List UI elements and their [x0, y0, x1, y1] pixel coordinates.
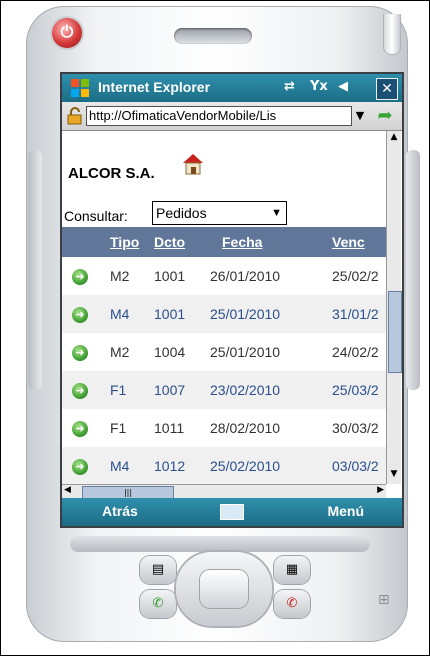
go-arrow-icon[interactable]: ➜ — [72, 383, 88, 399]
start-hardware-button[interactable]: ▤ — [140, 556, 176, 584]
cell-dcto: 1012 — [154, 458, 186, 474]
horizontal-scrollbar[interactable]: ◀ ||| ▶ — [62, 484, 386, 499]
cell-dcto: 1001 — [154, 306, 186, 322]
cell-fecha: 25/01/2010 — [210, 306, 281, 322]
end-call-icon[interactable]: ✆ — [274, 590, 310, 618]
go-arrow-icon[interactable]: ➜ — [72, 421, 88, 437]
internet-explorer-logo-icon — [71, 79, 89, 97]
cell-venc: 24/02/2 — [332, 344, 379, 360]
softkey-back[interactable]: Atrás — [102, 503, 138, 519]
page-content: ALCOR S.A. Consultar: Pedidos ▼ Tipo Dct… — [62, 131, 386, 484]
cell-tipo: M4 — [110, 306, 130, 322]
table-row[interactable]: ➜ M2 1001 26/01/2010 25/02/2 — [62, 257, 386, 295]
table-row[interactable]: ➜ M4 1001 25/01/2010 31/01/2 — [62, 295, 386, 333]
column-header-dcto[interactable]: Dcto — [150, 227, 206, 257]
table-row[interactable]: ➜ F1 1011 28/02/2010 30/03/2 — [62, 409, 386, 447]
table-row[interactable]: ➜ F1 1007 23/02/2010 25/03/2 — [62, 371, 386, 409]
scroll-right-arrow-icon[interactable]: ▶ — [377, 485, 384, 495]
connectivity-icon[interactable]: ⇄ — [284, 79, 295, 94]
home-icon[interactable] — [180, 151, 206, 177]
table-row[interactable]: ➜ M4 1012 25/02/2010 03/03/2 — [62, 447, 386, 484]
scroll-down-arrow-icon[interactable]: ▼ — [388, 469, 400, 483]
cell-tipo: F1 — [110, 420, 127, 436]
chevron-down-icon: ▼ — [271, 207, 282, 219]
go-arrow-icon[interactable]: ➜ — [72, 269, 88, 285]
softkey-bar: Atrás Menú — [62, 498, 402, 526]
cell-venc: 03/03/2 — [332, 458, 379, 474]
cell-dcto: 1001 — [154, 268, 186, 284]
padlock-icon — [67, 107, 82, 125]
cell-dcto: 1007 — [154, 382, 186, 398]
volume-icon[interactable]: ◀ — [338, 79, 348, 94]
cell-fecha: 26/01/2010 — [210, 268, 281, 284]
orders-table: Tipo Dcto Fecha Venc ➜ M2 1001 26/01/201… — [62, 227, 386, 484]
cell-dcto: 1004 — [154, 344, 186, 360]
go-arrow-icon[interactable]: ➜ — [72, 307, 88, 323]
right-side-grip — [406, 150, 420, 390]
cell-fecha: 28/02/2010 — [210, 420, 281, 436]
address-bar: http://OfimaticaVendorMobile/Lis ▼ ➦ — [62, 102, 402, 131]
scroll-up-arrow-icon[interactable]: ▲ — [388, 132, 400, 146]
power-button[interactable]: ⏻ — [52, 18, 82, 48]
dpad-center-button[interactable] — [200, 570, 248, 608]
cell-dcto: 1011 — [154, 420, 185, 436]
call-icon[interactable]: ✆ — [140, 590, 176, 618]
vertical-scrollbar[interactable]: ▲ ▼ — [386, 131, 402, 484]
cell-venc: 31/01/2 — [332, 306, 379, 322]
company-name: ALCOR S.A. — [68, 165, 155, 182]
stylus — [383, 14, 401, 55]
column-header-fecha[interactable]: Fecha — [206, 227, 328, 257]
consult-select[interactable]: Pedidos ▼ — [152, 201, 287, 225]
vertical-scroll-thumb[interactable] — [388, 291, 402, 373]
browser-title-bar: Internet Explorer ⇄ Yx ◀ ✕ — [62, 74, 402, 102]
column-header-tipo[interactable]: Tipo — [106, 227, 150, 257]
go-arrow-icon[interactable]: ➦ — [374, 106, 396, 126]
cell-fecha: 25/02/2010 — [210, 458, 281, 474]
cell-venc: 30/03/2 — [332, 420, 379, 436]
consult-select-value: Pedidos — [156, 205, 207, 221]
signal-off-icon[interactable]: Yx — [310, 79, 328, 94]
browser-title: Internet Explorer — [98, 79, 211, 95]
header-spacer — [62, 227, 106, 257]
go-arrow-icon[interactable]: ➜ — [72, 459, 88, 475]
device-screen: Internet Explorer ⇄ Yx ◀ ✕ http://Ofimat… — [60, 72, 404, 528]
softkey-menu[interactable]: Menú — [327, 503, 364, 519]
ok-hardware-button[interactable]: ▦ — [274, 556, 310, 584]
table-header-row: Tipo Dcto Fecha Venc — [62, 227, 386, 257]
table-row[interactable]: ➜ M2 1004 25/01/2010 24/02/2 — [62, 333, 386, 371]
cell-fecha: 25/01/2010 — [210, 344, 281, 360]
windows-logo-icon: ⊞ — [378, 592, 390, 608]
left-side-grip — [28, 150, 42, 390]
keyboard-icon[interactable] — [220, 504, 244, 520]
cell-fecha: 23/02/2010 — [210, 382, 281, 398]
url-dropdown-arrow-icon[interactable]: ▼ — [351, 106, 369, 126]
hardware-button-bar — [70, 536, 370, 552]
close-button[interactable]: ✕ — [376, 78, 398, 100]
go-arrow-icon[interactable]: ➜ — [72, 345, 88, 361]
cell-venc: 25/02/2 — [332, 268, 379, 284]
cell-tipo: M2 — [110, 268, 130, 284]
cell-venc: 25/03/2 — [332, 382, 379, 398]
cell-tipo: M4 — [110, 458, 130, 474]
url-input[interactable]: http://OfimaticaVendorMobile/Lis — [86, 106, 352, 126]
cell-tipo: F1 — [110, 382, 127, 398]
column-header-venc[interactable]: Venc — [328, 227, 386, 257]
scroll-left-arrow-icon[interactable]: ◀ — [64, 485, 71, 495]
speaker-grille — [174, 28, 252, 44]
consult-label: Consultar: — [64, 208, 128, 224]
cell-tipo: M2 — [110, 344, 130, 360]
power-icon: ⏻ — [60, 22, 74, 41]
